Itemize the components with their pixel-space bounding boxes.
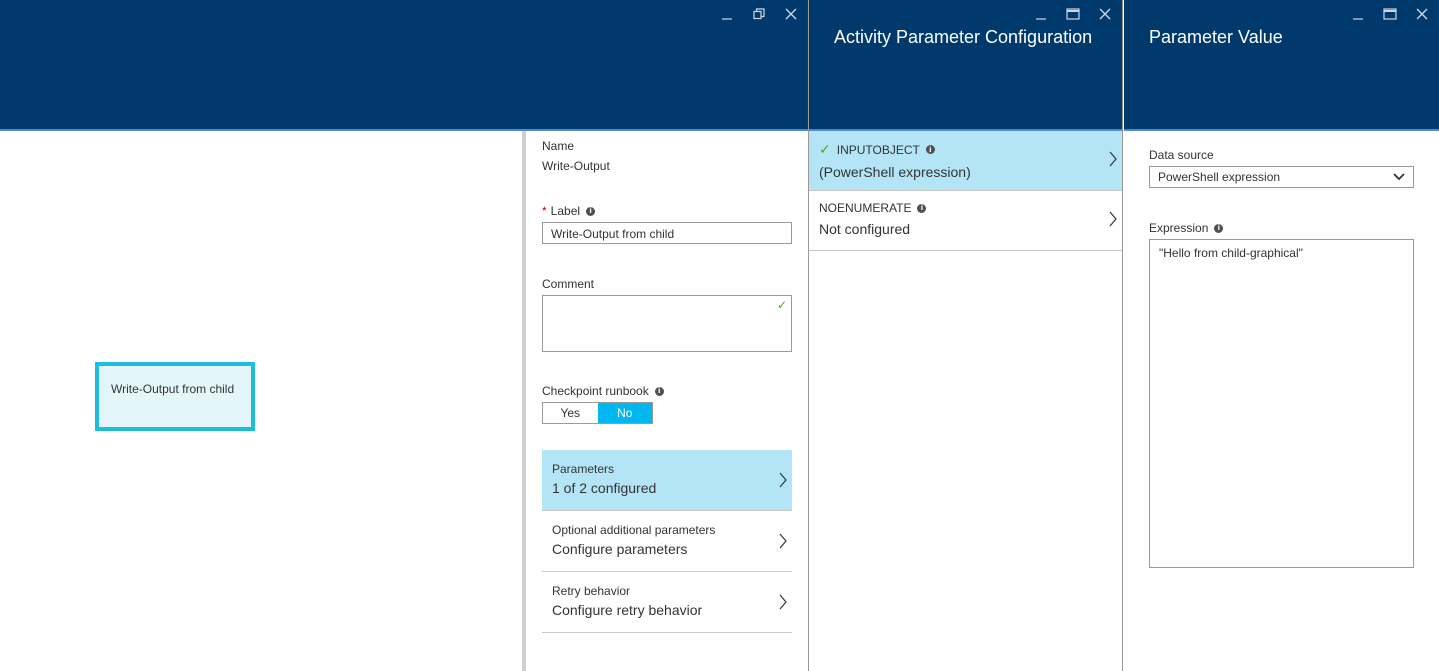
chevron-right-icon	[779, 594, 787, 610]
minimize-icon[interactable]	[1030, 6, 1052, 22]
close-icon[interactable]	[780, 6, 802, 22]
info-icon[interactable]: i	[586, 206, 596, 216]
nav-value: 1 of 2 configured	[552, 480, 657, 496]
param-name-text: NOENUMERATE	[819, 201, 912, 215]
nav-value: Configure retry behavior	[552, 602, 703, 618]
label-label-text: Label	[550, 204, 581, 218]
nav-title: Parameters	[552, 462, 615, 476]
toggle-yes[interactable]: Yes	[543, 403, 598, 423]
blade-title: Parameter Value	[1149, 27, 1283, 47]
param-row-inputobject[interactable]: ✓ INPUTOBJECT i (PowerShell expression)	[809, 131, 1122, 191]
chevron-down-icon	[1393, 173, 1405, 181]
maximize-icon[interactable]	[1379, 6, 1401, 22]
blade-header	[0, 0, 808, 131]
label-input[interactable]: Write-Output from child	[542, 222, 792, 244]
canvas-divider[interactable]	[522, 131, 526, 671]
comment-textarea[interactable]: ✓	[542, 295, 792, 352]
chevron-right-icon	[1109, 211, 1117, 227]
minimize-icon[interactable]	[1347, 6, 1369, 22]
close-icon[interactable]	[1411, 6, 1433, 22]
param-name: NOENUMERATE i	[819, 201, 1112, 215]
param-name: ✓ INPUTOBJECT i	[819, 141, 1112, 158]
activity-node[interactable]: Write-Output from child	[95, 362, 255, 431]
param-value: (PowerShell expression)	[819, 164, 971, 180]
window-controls	[1030, 6, 1116, 22]
checkpoint-toggle: Yes No	[542, 402, 653, 424]
activity-blade: Write-Output from child Name Write-Outpu…	[0, 0, 808, 671]
name-label: Name	[542, 139, 575, 153]
maximize-icon[interactable]	[1062, 6, 1084, 22]
minimize-icon[interactable]	[716, 6, 738, 22]
param-name-text: INPUTOBJECT	[836, 142, 920, 157]
expression-label: Expression i	[1149, 221, 1224, 235]
chevron-right-icon	[1109, 151, 1117, 167]
chevron-right-icon	[779, 472, 787, 488]
checkmark-icon: ✓	[776, 298, 787, 312]
blade-title: Activity Parameter Configuration	[834, 27, 1093, 47]
checkpoint-label-text: Checkpoint runbook	[542, 384, 649, 398]
toggle-no[interactable]: No	[597, 403, 652, 423]
param-row-noenumerate[interactable]: NOENUMERATE i Not configured	[809, 191, 1122, 251]
info-icon[interactable]: i	[917, 203, 927, 213]
activity-parameter-blade: Activity Parameter Configuration ✓ INPUT…	[808, 0, 1123, 671]
nav-title: Retry behavior	[552, 584, 631, 598]
data-source-label: Data source	[1149, 148, 1214, 162]
info-icon[interactable]: i	[654, 386, 664, 396]
expression-textarea[interactable]: "Hello from child-graphical"	[1149, 239, 1414, 568]
restore-icon[interactable]	[748, 6, 770, 22]
nav-title: Optional additional parameters	[552, 523, 716, 537]
checkpoint-label: Checkpoint runbook i	[542, 384, 664, 398]
data-source-value: PowerShell expression	[1158, 170, 1281, 184]
window-controls	[1347, 6, 1433, 22]
expression-label-text: Expression	[1149, 221, 1209, 235]
comment-label: Comment	[542, 277, 595, 291]
info-icon[interactable]: i	[925, 145, 935, 154]
nav-optional-parameters[interactable]: Optional additional parameters Configure…	[542, 511, 792, 572]
data-source-select[interactable]: PowerShell expression	[1149, 166, 1414, 188]
chevron-right-icon	[779, 533, 787, 549]
close-icon[interactable]	[1094, 6, 1116, 22]
parameter-value-blade: Parameter Value Data source PowerShell e…	[1124, 0, 1439, 671]
blade-header: Activity Parameter Configuration	[809, 0, 1122, 131]
param-value: Not configured	[819, 221, 911, 237]
info-icon[interactable]: i	[1214, 223, 1224, 233]
window-controls	[716, 6, 802, 22]
runbook-canvas[interactable]: Write-Output from child	[0, 131, 522, 671]
nav-parameters[interactable]: Parameters 1 of 2 configured	[542, 450, 792, 511]
required-marker: *	[542, 204, 547, 218]
nav-value: Configure parameters	[552, 541, 688, 557]
checkmark-icon: ✓	[819, 141, 831, 157]
nav-retry-behavior[interactable]: Retry behavior Configure retry behavior	[542, 572, 792, 633]
label-field-label: * Label i	[542, 204, 596, 218]
name-value: Write-Output	[542, 159, 610, 173]
blade-header: Parameter Value	[1124, 0, 1439, 131]
